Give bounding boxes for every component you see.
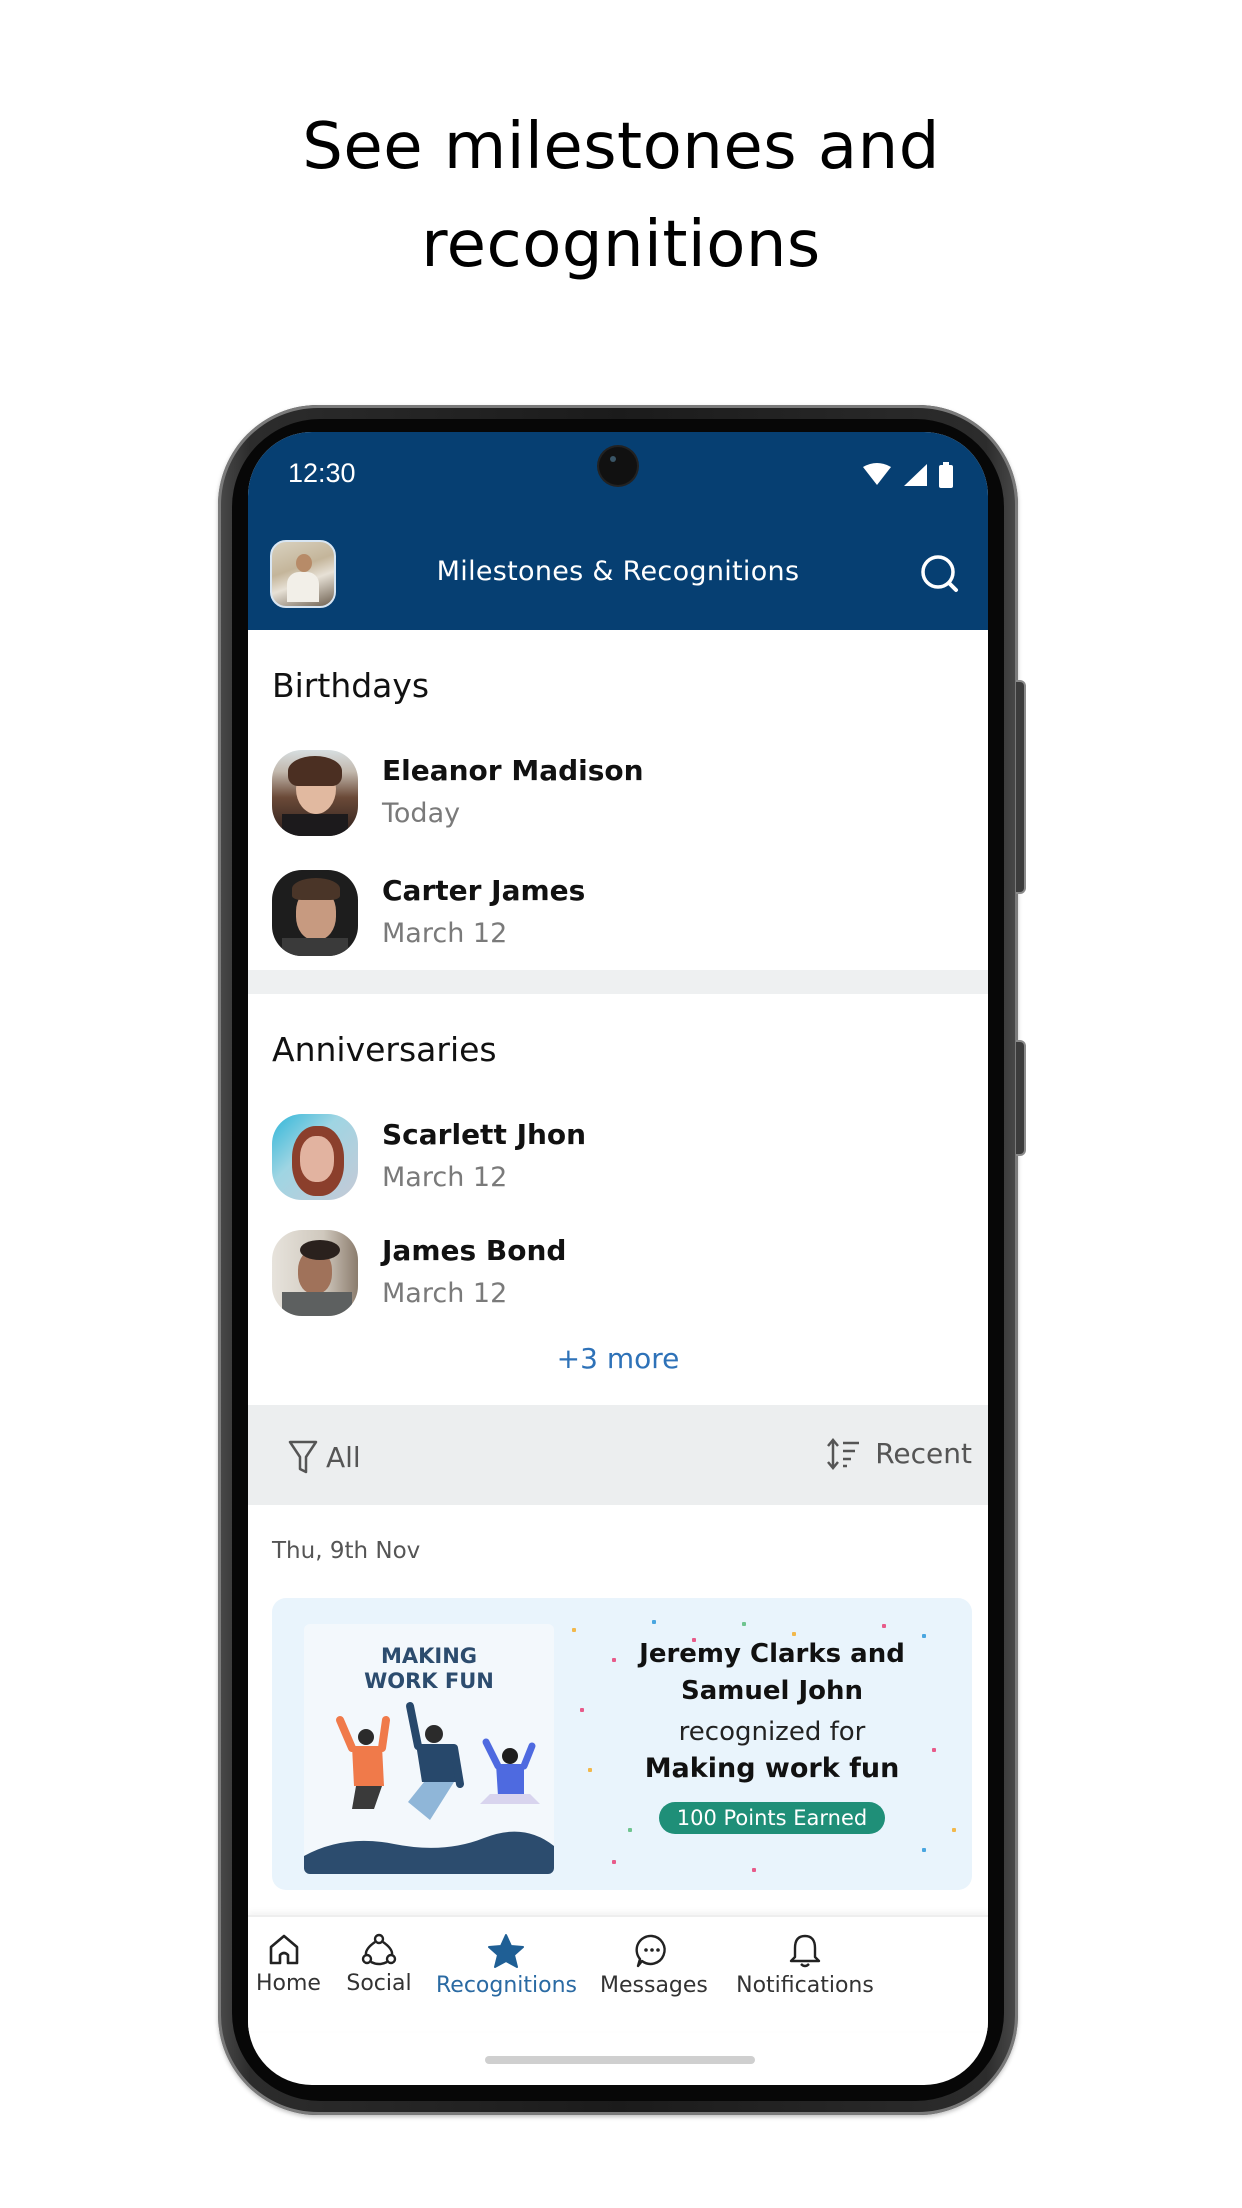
points-badge: 100 Points Earned [658, 1802, 886, 1834]
headline-line-1: See milestones and [302, 110, 940, 184]
filter-bar: All Recent [248, 1405, 988, 1505]
birthday-item[interactable]: Carter James March 12 [272, 870, 962, 960]
anniversary-item[interactable]: Scarlett Jhon March 12 [272, 1114, 962, 1204]
nav-recognitions[interactable]: Recognitions [436, 1933, 578, 1998]
nav-social-label: Social [346, 1971, 412, 1996]
nav-messages-label: Messages [600, 1973, 708, 1998]
person-name: James Bond [382, 1234, 567, 1267]
person-avatar [272, 1114, 358, 1200]
nav-notifications-label: Notifications [736, 1973, 874, 1998]
recognized-names: Jeremy Clarks and Samuel John [639, 1639, 905, 1706]
nav-home-label: Home [256, 1971, 321, 1996]
filter-icon [288, 1440, 318, 1474]
person-avatar [272, 750, 358, 836]
nav-home[interactable]: Home [256, 1933, 321, 1996]
recognition-reason: Making work fun [644, 1753, 900, 1784]
wifi-icon [863, 463, 891, 485]
front-camera [599, 447, 637, 485]
recognized-for-label: recognized for [678, 1717, 866, 1747]
person-avatar [272, 1230, 358, 1316]
bell-icon [789, 1934, 821, 1968]
power-button [1016, 680, 1026, 894]
message-icon [635, 1934, 666, 1968]
battery-icon [939, 462, 953, 488]
headline-line-2: recognitions [421, 208, 821, 282]
search-icon[interactable] [918, 552, 962, 596]
status-time: 12:30 [288, 458, 356, 488]
recognition-illustration: MAKING WORK FUN [304, 1624, 554, 1874]
star-icon [488, 1934, 524, 1968]
person-name: Eleanor Madison [382, 754, 644, 787]
section-divider [248, 970, 988, 994]
status-bar: 12:30 [248, 432, 988, 522]
signal-icon [904, 464, 927, 486]
nav-notifications[interactable]: Notifications [730, 1933, 880, 1998]
person-avatar [272, 870, 358, 956]
volume-button [1016, 1040, 1026, 1156]
bottom-navigation: Home Social Recognitions Messages Notifi… [248, 1915, 988, 2031]
person-date: March 12 [382, 1162, 508, 1193]
sort-icon [827, 1437, 860, 1470]
person-date: Today [382, 798, 461, 829]
more-anniversaries-link[interactable]: +3 more [248, 1342, 988, 1375]
birthdays-title: Birthdays [272, 666, 430, 705]
social-icon [361, 1933, 397, 1966]
headline: See milestones and recognitions [0, 98, 1242, 294]
person-date: March 12 [382, 1278, 508, 1309]
person-name: Scarlett Jhon [382, 1118, 587, 1151]
nav-messages[interactable]: Messages [600, 1933, 708, 1998]
anniversary-item[interactable]: James Bond March 12 [272, 1230, 962, 1320]
nav-social[interactable]: Social [344, 1933, 414, 1996]
nav-recognitions-label: Recognitions [436, 1973, 578, 1998]
home-indicator[interactable] [485, 2056, 755, 2064]
feed-date: Thu, 9th Nov [272, 1538, 421, 1564]
anniversaries-title: Anniversaries [272, 1030, 497, 1069]
person-name: Carter James [382, 874, 586, 907]
home-icon [269, 1934, 299, 1965]
jumping-people-icon [304, 1702, 554, 1874]
birthday-item[interactable]: Eleanor Madison Today [272, 750, 962, 840]
filter-button[interactable]: All [288, 1439, 361, 1475]
sort-label: Recent [875, 1437, 972, 1470]
page-title: Milestones & Recognitions [436, 556, 800, 587]
filter-label: All [326, 1440, 361, 1474]
app-bar: Milestones & Recognitions [248, 522, 988, 630]
sort-button[interactable]: Recent [827, 1437, 972, 1470]
recognition-card[interactable]: MAKING WORK FUN Jeremy Clarks and Samuel… [272, 1598, 972, 1890]
person-date: March 12 [382, 918, 508, 949]
status-icons [862, 462, 954, 488]
recognition-text: Jeremy Clarks and Samuel John recognized… [592, 1636, 952, 1834]
phone-screen: 12:30 Milestones & Recognitions Birthday… [248, 432, 988, 2085]
